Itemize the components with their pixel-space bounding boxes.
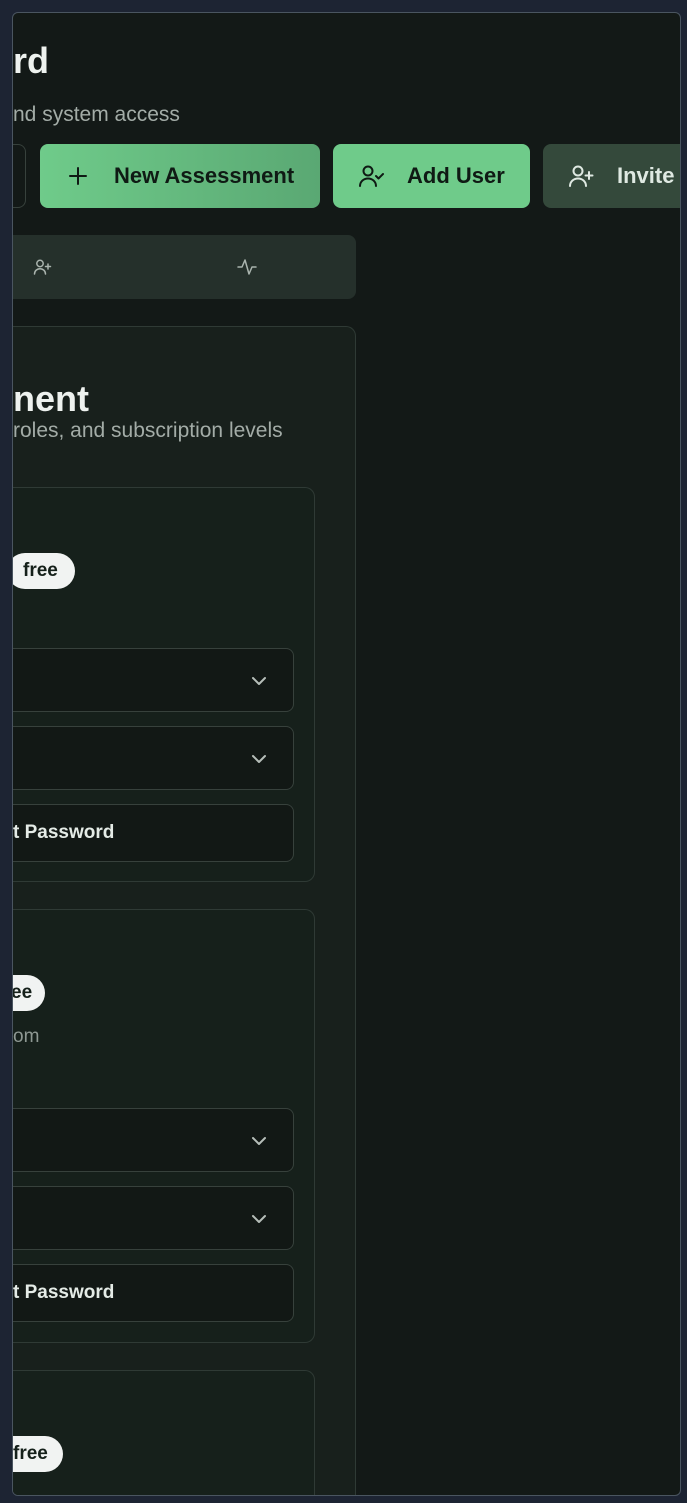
reset-password-button[interactable]: t Password	[13, 804, 294, 862]
chevron-down-icon	[252, 755, 266, 763]
user-card: ee om t Password	[13, 909, 315, 1343]
panel-description: roles, and subscription levels	[13, 419, 283, 442]
reset-password-button[interactable]: t Password	[13, 1264, 294, 1322]
invite-label: Invite	[617, 163, 675, 188]
subscription-badge: free	[13, 553, 75, 589]
user-check-icon	[357, 162, 385, 190]
user-plus-icon	[567, 162, 595, 190]
app-window: rd nd system access New Assessment Add U…	[12, 12, 681, 1496]
invite-button[interactable]: Invite	[543, 144, 680, 208]
user-email: om	[13, 1026, 40, 1047]
activity-icon[interactable]	[235, 255, 259, 279]
user-plus-icon[interactable]	[30, 255, 54, 279]
user-card: free	[13, 1370, 315, 1495]
user-management-panel: nent roles, and subscription levels free…	[13, 326, 356, 1495]
subscription-badge: ee	[13, 975, 45, 1011]
page-subtitle: nd system access	[13, 103, 180, 126]
subscription-select[interactable]	[13, 1186, 294, 1250]
subscription-badge: free	[13, 1436, 63, 1472]
role-select[interactable]	[13, 648, 294, 712]
user-card: free t Password	[13, 487, 315, 882]
tab-bar	[13, 235, 356, 299]
add-user-button[interactable]: Add User	[333, 144, 530, 208]
chevron-down-icon	[252, 1215, 266, 1223]
plus-icon	[64, 162, 92, 190]
chevron-down-icon	[252, 1137, 266, 1145]
subscription-select[interactable]	[13, 726, 294, 790]
chevron-down-icon	[252, 677, 266, 685]
hidden-action-button[interactable]	[13, 144, 26, 208]
page-title: rd	[13, 40, 49, 81]
role-select[interactable]	[13, 1108, 294, 1172]
add-user-label: Add User	[407, 163, 505, 188]
panel-title: nent	[13, 378, 89, 419]
new-assessment-button[interactable]: New Assessment	[40, 144, 320, 208]
new-assessment-label: New Assessment	[114, 163, 295, 188]
